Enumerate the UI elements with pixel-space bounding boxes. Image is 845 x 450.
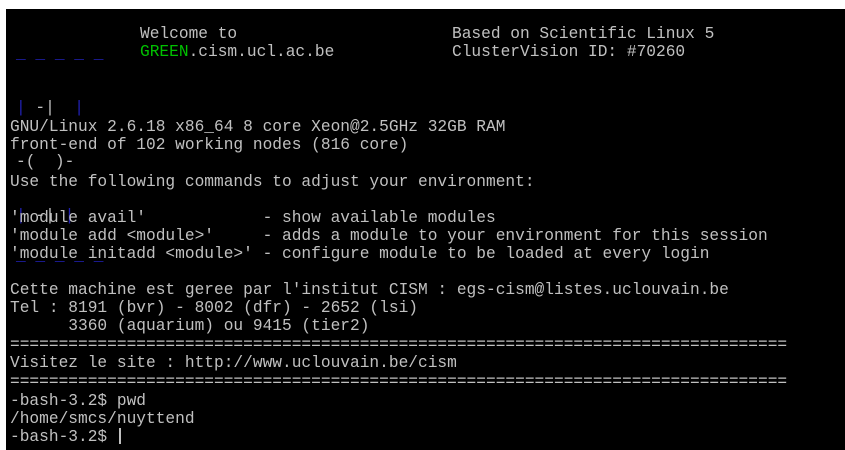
logo-glyph: -| [25, 99, 65, 117]
separator-top: ========================================… [10, 336, 788, 354]
contact-line-1: Cette machine est geree par l'institut C… [10, 281, 729, 299]
logo-row-2: -( )- [16, 153, 103, 171]
logo-glyph: | [64, 99, 85, 117]
module-avail-line: 'module avail' - show available modules [10, 209, 496, 227]
logo-row-top: _ _ _ _ _ [16, 45, 104, 63]
shell-prompt-text: -bash-3.2$ [10, 428, 117, 446]
website-line: Visitez le site : http://www.uclouvain.b… [10, 354, 457, 372]
shell-prompt-pwd: -bash-3.2$ pwd [10, 392, 146, 410]
cism-logo: _ _ _ _ _ | -| | -( )- | -| | ‾ ‾ ‾ ‾ ‾ [16, 9, 103, 315]
logo-glyph: | [16, 99, 26, 117]
logo-glyph: )- [35, 153, 75, 171]
welcome-text: Welcome to [140, 25, 238, 43]
shell-output-pwd: /home/smcs/nuyttend [10, 410, 195, 428]
module-add-line: 'module add <module>' - adds a module to… [10, 227, 768, 245]
contact-line-2: Tel : 8191 (bvr) - 8002 (dfr) - 2652 (ls… [10, 299, 418, 317]
based-on-text: Based on Scientific Linux 5 [452, 25, 715, 43]
hostname-text: GREEN.cism.ucl.ac.be [140, 43, 334, 61]
module-initadd-line: 'module initadd <module>' - configure mo… [10, 245, 710, 263]
terminal-window[interactable]: _ _ _ _ _ | -| | -( )- | -| | ‾ ‾ ‾ ‾ ‾ … [6, 9, 845, 450]
system-info-line-1: GNU/Linux 2.6.18 x86_64 8 core Xeon@2.5G… [10, 118, 506, 136]
hostname-green: GREEN [140, 43, 189, 61]
shell-current-prompt[interactable]: -bash-3.2$ [10, 428, 121, 446]
contact-line-3: 3360 (aquarium) ou 9415 (tier2) [10, 317, 370, 335]
system-info-line-2: front-end of 102 working nodes (816 core… [10, 136, 409, 154]
instructions-intro: Use the following commands to adjust you… [10, 173, 535, 191]
separator-bottom: ========================================… [10, 373, 788, 391]
logo-row-bottom: ‾ ‾ ‾ ‾ ‾ [16, 261, 104, 279]
clustervision-text: ClusterVision ID: #70260 [452, 43, 686, 61]
text-cursor [118, 428, 121, 444]
logo-glyph: -( [16, 153, 36, 171]
hostname-rest: .cism.ucl.ac.be [188, 43, 335, 61]
logo-row-1: | -| | [16, 99, 103, 117]
